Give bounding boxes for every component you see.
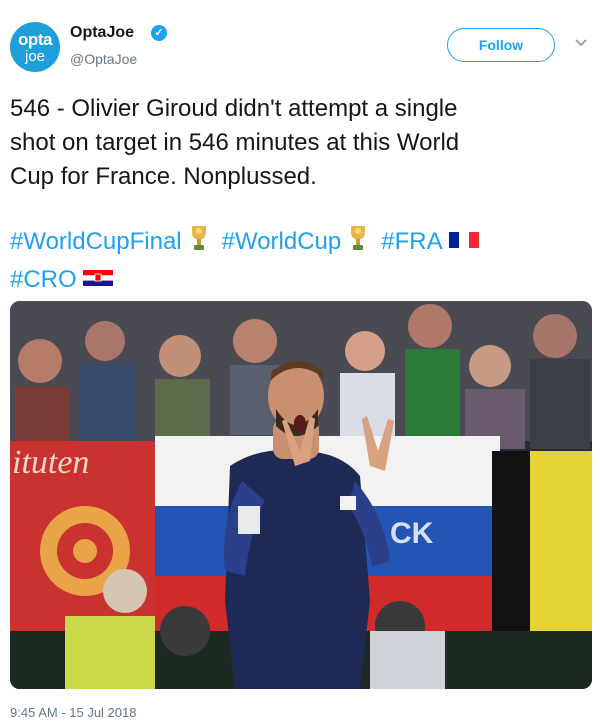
- hashtag-worldcup[interactable]: #WorldCup: [222, 228, 342, 255]
- account-handle[interactable]: @OptaJoe: [70, 51, 137, 67]
- trophy-icon: [349, 224, 367, 262]
- tweet-text: 546 - Olivier Giroud didn't attempt a si…: [10, 95, 460, 190]
- tweet-timestamp[interactable]: 9:45 AM - 15 Jul 2018: [10, 705, 136, 720]
- hashtag-cro[interactable]: #CRO: [10, 266, 77, 293]
- avatar-text-opta: opta: [18, 30, 52, 49]
- avatar[interactable]: opta joe: [10, 22, 60, 72]
- display-name[interactable]: OptaJoe: [70, 24, 134, 42]
- tweet-photo[interactable]: ituten CK: [10, 301, 592, 689]
- banner-text: ituten: [12, 444, 89, 481]
- hashtag-line: #WorldCupFinal #WorldCup #FRA #CRO: [10, 224, 585, 297]
- verified-badge-icon: ✓: [151, 25, 167, 41]
- chevron-down-icon[interactable]: [574, 38, 588, 48]
- photo-illustration: ituten CK: [10, 301, 592, 689]
- hashtag-worldcupfinal[interactable]: #WorldCupFinal: [10, 228, 182, 255]
- flag-text: CK: [390, 517, 434, 550]
- croatia-flag-icon: [82, 262, 113, 296]
- trophy-icon: [190, 224, 208, 262]
- follow-button[interactable]: Follow: [447, 28, 555, 62]
- hashtag-fra[interactable]: #FRA: [381, 228, 442, 255]
- france-flag-icon: [448, 224, 479, 258]
- avatar-text-joe: joe: [24, 48, 46, 65]
